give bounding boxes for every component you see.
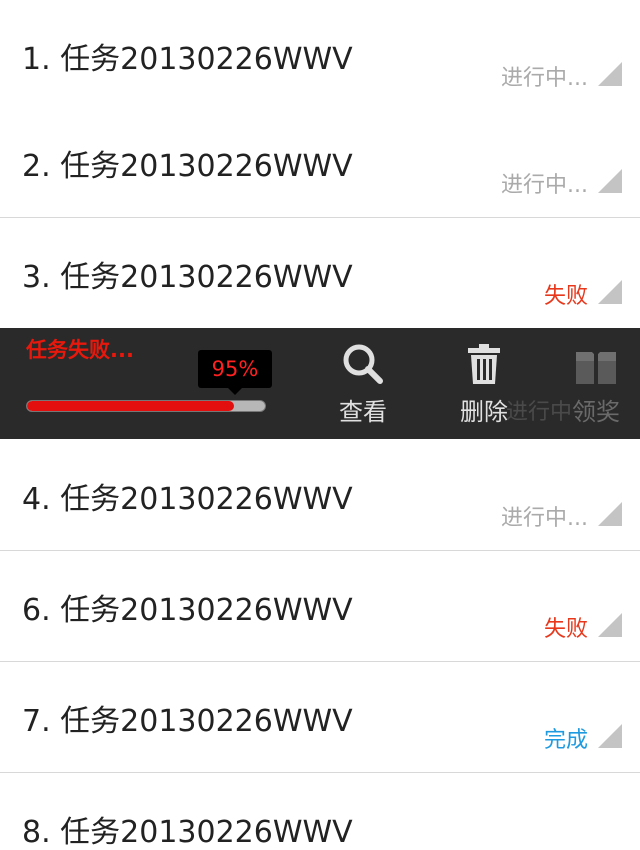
task-action-bar: 进行中 任务失败... 95% 查看 删除 领奖	[0, 328, 640, 439]
task-title: 2. 任务20130226WWV	[22, 149, 353, 184]
delete-button[interactable]: 删除	[439, 342, 529, 432]
task-row[interactable]: 7. 任务20130226WWV 完成	[0, 662, 640, 773]
claim-reward-label: 领奖	[572, 398, 620, 426]
task-title: 8. 任务20130226WWV	[22, 815, 353, 850]
task-title: 7. 任务20130226WWV	[22, 704, 353, 739]
trash-icon	[468, 344, 500, 384]
search-icon	[343, 344, 383, 384]
corner-triangle-icon	[598, 169, 622, 193]
task-row[interactable]: 2. 任务20130226WWV 进行中...	[0, 107, 640, 218]
corner-triangle-icon	[598, 502, 622, 526]
progress-percent-badge: 95%	[198, 350, 272, 395]
delete-button-label: 删除	[460, 398, 508, 426]
corner-triangle-icon	[598, 724, 622, 748]
task-status: 失败	[543, 617, 588, 642]
task-row[interactable]: 6. 任务20130226WWV 失败	[0, 551, 640, 662]
view-button-label: 查看	[339, 398, 387, 426]
view-button[interactable]: 查看	[318, 342, 408, 432]
task-title: 6. 任务20130226WWV	[22, 593, 353, 628]
task-row[interactable]: 4. 任务20130226WWV 进行中...	[0, 440, 640, 551]
task-row[interactable]: 8. 任务20130226WWV	[0, 773, 640, 850]
claim-reward-button[interactable]: 领奖	[551, 342, 640, 432]
task-status: 进行中...	[501, 66, 588, 91]
task-status: 完成	[543, 728, 588, 753]
corner-triangle-icon	[598, 62, 622, 86]
progress-fill	[27, 401, 235, 411]
task-status: 进行中...	[501, 506, 588, 531]
task-title: 3. 任务20130226WWV	[22, 260, 353, 295]
task-title: 1. 任务20130226WWV	[22, 42, 353, 77]
task-row[interactable]: 1. 任务20130226WWV 进行中...	[0, 0, 640, 111]
task-fail-message: 任务失败...	[26, 338, 134, 362]
corner-triangle-icon	[598, 280, 622, 304]
gift-icon	[576, 344, 616, 384]
task-list: 1. 任务20130226WWV 进行中... 2. 任务20130226WWV…	[0, 0, 640, 850]
task-status: 进行中...	[501, 173, 588, 198]
task-row[interactable]: 3. 任务20130226WWV 失败	[0, 218, 640, 329]
progress-bar	[26, 400, 266, 412]
task-title: 4. 任务20130226WWV	[22, 482, 353, 517]
task-status: 失败	[543, 284, 588, 309]
corner-triangle-icon	[598, 613, 622, 637]
